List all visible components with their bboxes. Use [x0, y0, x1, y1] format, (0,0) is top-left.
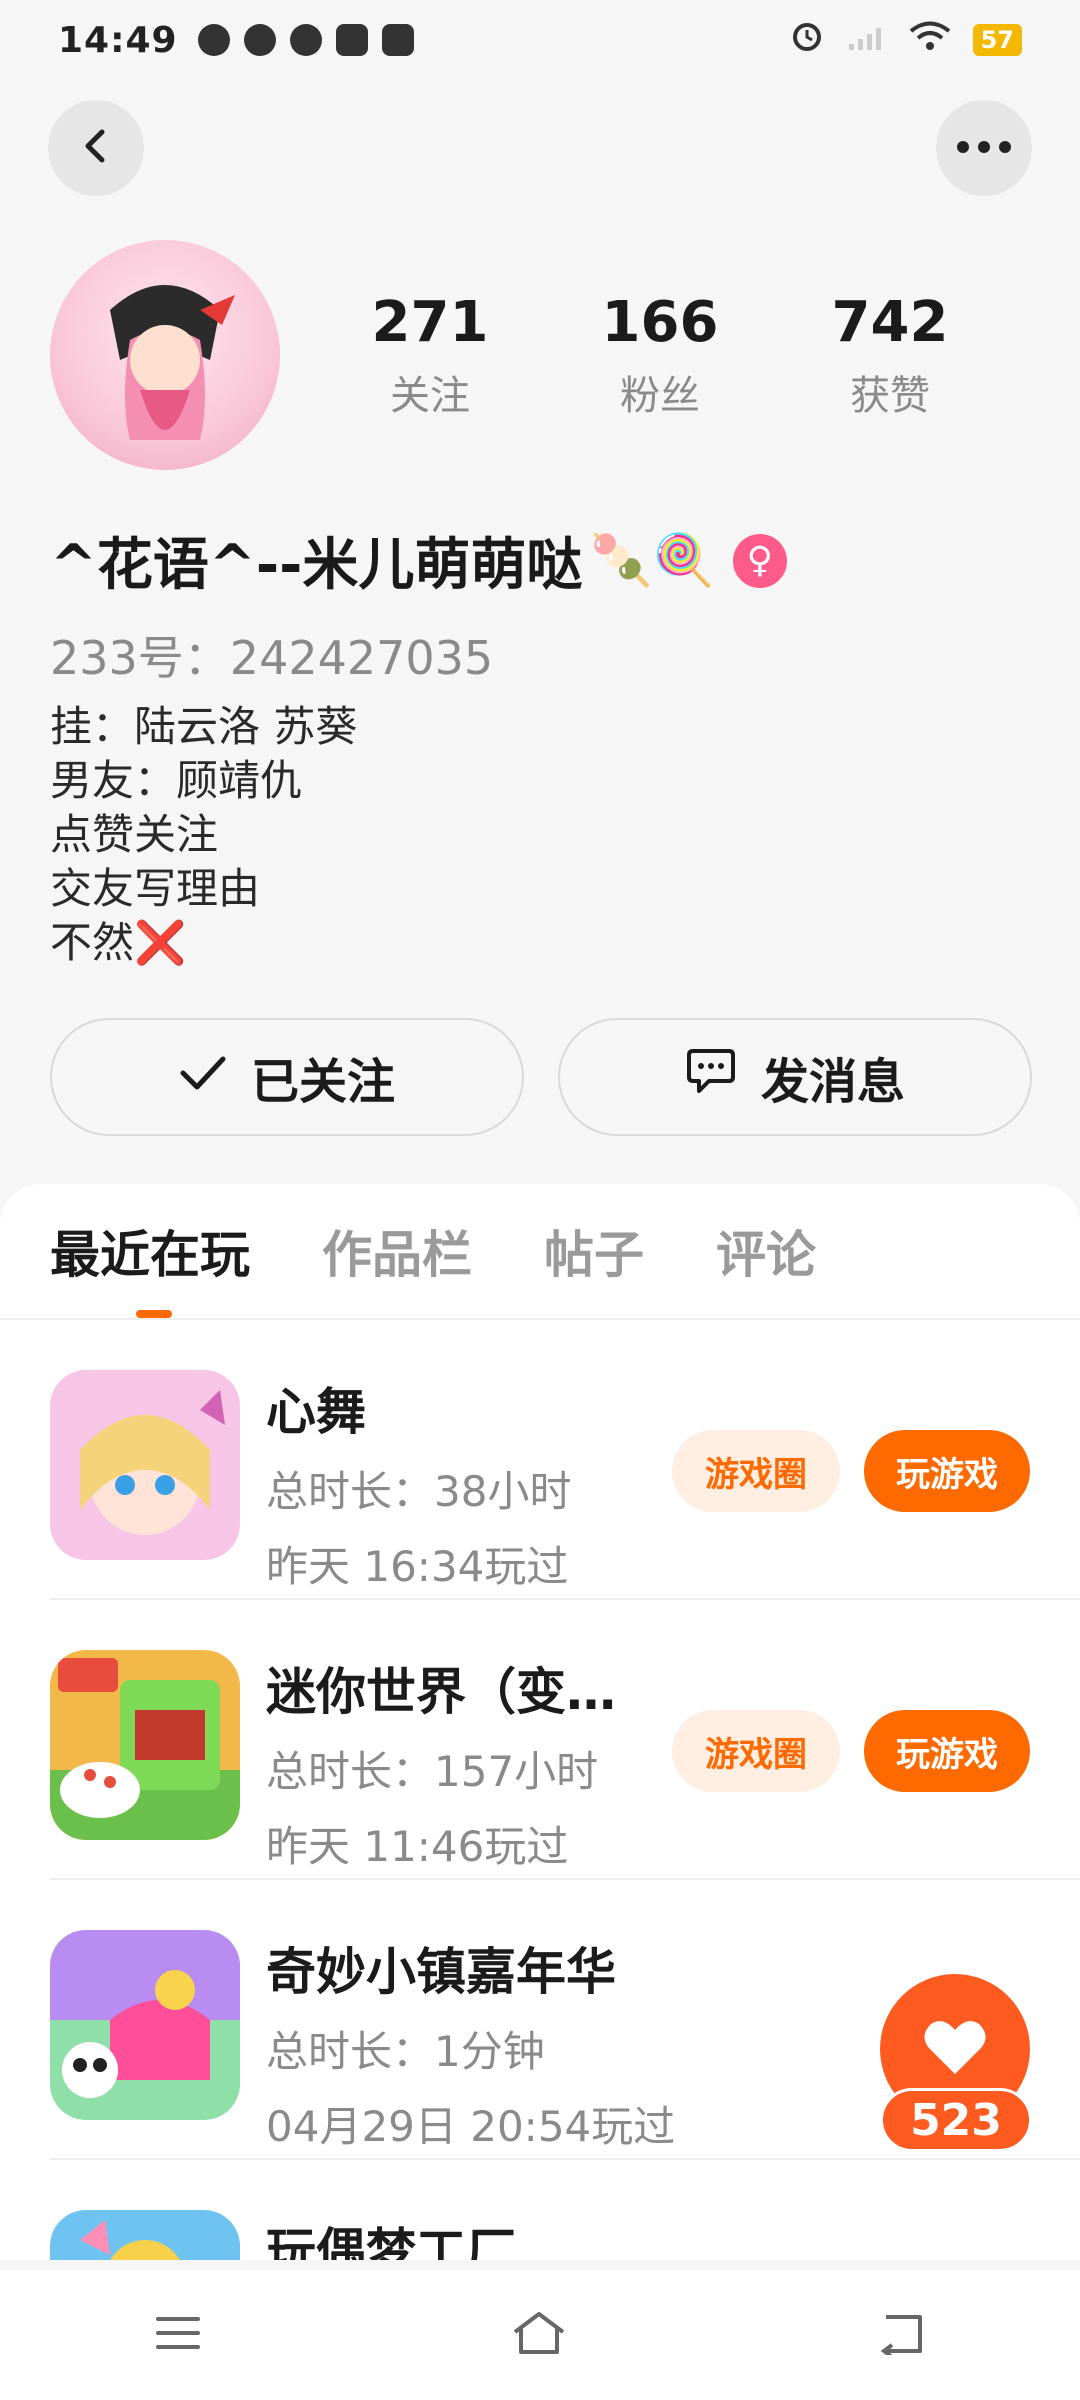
status-time: 14:49: [58, 19, 178, 61]
play-game-button[interactable]: 玩游戏: [864, 1710, 1030, 1792]
stat-following[interactable]: 271 关注: [340, 290, 520, 421]
bio-line: 交友写理由: [50, 864, 261, 913]
back-nav-icon[interactable]: [876, 2311, 926, 2359]
bio-line: 挂：陆云洛 苏葵: [50, 702, 358, 751]
calendar-icon: [335, 24, 368, 56]
game-icon-mini-world: [50, 1650, 240, 1840]
profile-tabs: 最近在玩 作品栏 帖子 评论: [0, 1184, 1080, 1320]
tab-posts[interactable]: 帖子: [544, 1215, 644, 1287]
game-icon-xinwu: [50, 1370, 240, 1560]
game-last-played: 昨天 11:46玩过: [266, 1822, 569, 1871]
stat-label: 获赞: [850, 373, 930, 419]
tab-recently-played[interactable]: 最近在玩: [50, 1215, 250, 1287]
more-dots-icon: [956, 139, 1012, 158]
stat-followers[interactable]: 166 粉丝: [570, 290, 750, 421]
message-icon: [381, 24, 414, 56]
bio-line: 男友：顾靖仇: [50, 756, 303, 805]
stat-value: 742: [831, 290, 949, 355]
game-row[interactable]: 迷你世界（变… 总时长：157小时 昨天 11:46玩过 游戏圈 玩游戏: [50, 1600, 1080, 1880]
stat-label: 粉丝: [620, 373, 700, 419]
alarm-icon: [789, 18, 825, 63]
game-last-played: 昨天 16:34玩过: [266, 1542, 569, 1591]
profile-stats: 271 关注 166 粉丝 742 获赞: [340, 290, 980, 421]
bio-line: 点赞关注: [50, 810, 219, 859]
game-title: 奇妙小镇嘉年华: [266, 1943, 616, 2001]
chevron-left-icon: [76, 126, 116, 170]
heart-icon: [923, 2018, 987, 2080]
game-row[interactable]: 心舞 总时长：38小时 昨天 16:34玩过 游戏圈 玩游戏: [50, 1320, 1080, 1600]
send-message-button[interactable]: 发消息: [558, 1018, 1032, 1136]
avatar[interactable]: [50, 240, 280, 470]
stat-value: 166: [601, 290, 719, 355]
system-nav-bar: [0, 2270, 1080, 2400]
chat-bubble-icon: [685, 1047, 737, 1107]
notification-icon: [197, 24, 230, 56]
followed-label: 已关注: [250, 1054, 395, 1110]
stat-likes[interactable]: 742 获赞: [800, 290, 980, 421]
game-icon-doll-factory: [50, 2210, 240, 2260]
battery-indicator: 57: [972, 24, 1022, 56]
user-id: 233号：242427035: [50, 631, 494, 685]
game-last-played: 04月29日 20:54玩过: [266, 2102, 676, 2151]
profile-bio: 挂：陆云洛 苏葵 男友：顾靖仇 点赞关注 交友写理由 不然❌: [50, 700, 357, 970]
stat-value: 271: [371, 290, 489, 355]
more-button[interactable]: [936, 100, 1032, 196]
game-title: 玩偶梦工厂: [266, 2223, 516, 2260]
checkmark-icon: [179, 1049, 227, 1105]
home-icon[interactable]: [509, 2310, 569, 2360]
game-title: 心舞: [266, 1383, 366, 1441]
status-bar: 14:49 57: [0, 0, 1080, 80]
stat-label: 关注: [390, 373, 470, 419]
signal-icon: [847, 20, 887, 61]
tab-works[interactable]: 作品栏: [322, 1215, 472, 1287]
like-count: 523: [880, 2088, 1032, 2152]
message-label: 发消息: [760, 1054, 905, 1110]
play-game-button[interactable]: 玩游戏: [864, 1430, 1030, 1512]
wifi-icon: [909, 20, 951, 61]
game-circle-button[interactable]: 游戏圈: [672, 1430, 840, 1512]
game-duration: 总时长：38小时: [266, 1467, 572, 1516]
female-gender-icon: ♀: [732, 533, 787, 588]
game-circle-button[interactable]: 游戏圈: [672, 1710, 840, 1792]
profile-name: ^花语^--米儿萌萌哒: [50, 533, 583, 598]
wechat-icon: [289, 24, 322, 56]
game-duration: 总时长：157小时: [266, 1747, 599, 1796]
followed-button[interactable]: 已关注: [50, 1018, 524, 1136]
game-duration: 总时长：1分钟: [266, 2027, 545, 2076]
fan-icon: [243, 24, 276, 56]
menu-icon[interactable]: [154, 2313, 202, 2357]
bio-line: 不然❌: [50, 918, 187, 967]
game-icon-wonder-town: [50, 1930, 240, 2120]
active-tab-indicator: [136, 1310, 172, 1318]
game-row[interactable]: 玩偶梦工厂: [50, 2160, 1080, 2260]
back-button[interactable]: [48, 100, 144, 196]
tab-comments[interactable]: 评论: [716, 1215, 816, 1287]
game-title: 迷你世界（变…: [266, 1663, 616, 1721]
profile-name-row: ^花语^--米儿萌萌哒 🍡🍭 ♀: [50, 520, 787, 601]
candy-emoji: 🍡🍭: [590, 531, 715, 589]
